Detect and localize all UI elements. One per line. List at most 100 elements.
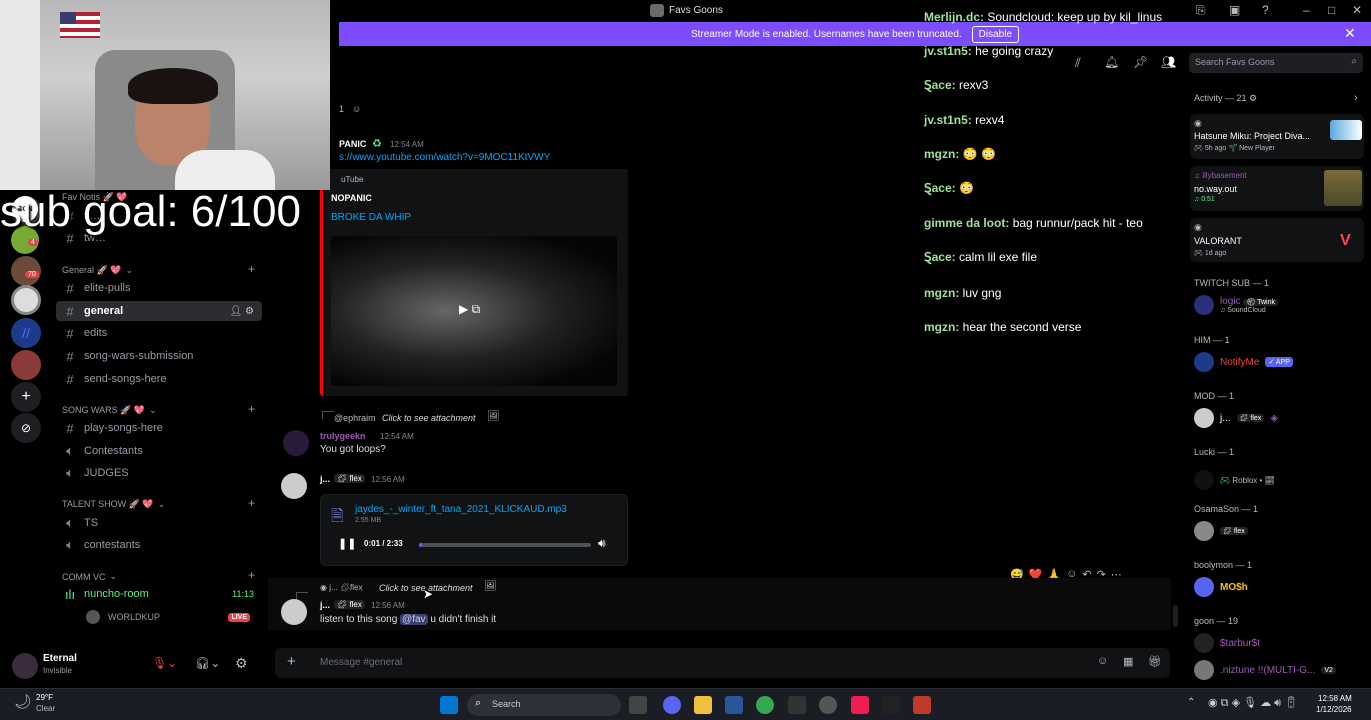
channel-ts[interactable]: 🔈︎ TS — [56, 513, 262, 533]
member-starburst[interactable]: $tarbur$t — [1194, 633, 1260, 653]
windows-start-icon[interactable] — [440, 696, 458, 714]
voice-user[interactable]: WORLDKUP LIVE — [56, 607, 262, 627]
avatar[interactable] — [281, 599, 307, 625]
message-author[interactable]: j... — [320, 474, 330, 484]
close-icon[interactable]: ✕ — [1344, 25, 1356, 42]
embed-provider[interactable]: uTube — [341, 175, 363, 184]
channel-play-songs-here[interactable]: # play-songs-here — [56, 418, 262, 438]
volume-icon[interactable]: 🔊︎ — [598, 536, 606, 551]
member-mosh[interactable]: MO$h — [1194, 577, 1248, 597]
server-icon-5[interactable]: // — [11, 318, 41, 348]
task-view-icon[interactable] — [629, 696, 647, 714]
app-icon[interactable] — [882, 696, 900, 714]
avatar[interactable] — [283, 430, 309, 456]
pin-icon[interactable]: 📌︎ — [1133, 55, 1148, 69]
member-niztune[interactable]: .niztune !!(MULTI-G... V2 — [1194, 660, 1336, 680]
headphones-icon[interactable]: 🎧︎⌄ — [195, 656, 220, 670]
gift-icon[interactable]: 🎁︎ — [1148, 655, 1162, 668]
tiktok-icon[interactable] — [851, 696, 869, 714]
discord-icon[interactable] — [663, 696, 681, 714]
disable-button[interactable]: Disable — [971, 25, 1020, 43]
channel-edits[interactable]: # edits — [56, 323, 262, 343]
member-logic[interactable]: logic 🏀︎ Twink ♫ SoundCloud — [1194, 295, 1278, 315]
member-mod[interactable]: j... 🧩︎ flex ◈ — [1194, 408, 1278, 428]
gif-icon[interactable]: ▦ — [1123, 655, 1133, 668]
embed-author[interactable]: NOPANIC — [331, 193, 372, 203]
members-icon[interactable]: 👥︎ — [1161, 55, 1176, 69]
weather-icon[interactable]: 🌙︎ — [14, 693, 32, 710]
play-icon[interactable]: ▶ ⧉ — [459, 302, 480, 317]
add-channel-icon[interactable]: + — [248, 568, 255, 582]
member-notifyme[interactable]: NotifyMe ✓ APP — [1194, 352, 1293, 372]
add-attachment-icon[interactable]: + — [287, 653, 296, 670]
server-icon-6[interactable] — [11, 350, 41, 380]
avatar[interactable] — [281, 473, 307, 499]
reaction[interactable]: 1 ☺ — [339, 101, 365, 117]
activity-card-3[interactable]: ◉ VALORANT 🎮︎ 1d ago V — [1190, 218, 1364, 262]
category-comm-vc[interactable]: Comm VC ⌄ — [62, 571, 117, 582]
threads-icon[interactable]: ⫽ — [1075, 55, 1081, 71]
message-author[interactable]: j... — [320, 600, 330, 610]
activity-card-1[interactable]: ◉ Hatsune Miku: Project Diva... 🎮︎ 5h ag… — [1190, 114, 1364, 159]
mention[interactable]: @fav — [400, 614, 428, 625]
help-icon[interactable]: ? — [1262, 3, 1269, 17]
message-author[interactable]: PANIC — [339, 139, 366, 149]
app-icon-2[interactable] — [913, 696, 931, 714]
reply-attachment-link[interactable]: Click to see attachment — [382, 413, 476, 423]
member-osamason[interactable]: 🧩︎ flex — [1194, 521, 1248, 541]
role-header: TWITCH SUB — 1 — [1194, 278, 1270, 288]
chat-scrollbar[interactable] — [1173, 605, 1178, 627]
add-channel-icon[interactable]: + — [248, 496, 255, 510]
store-icon[interactable] — [725, 696, 743, 714]
invite-settings-icon[interactable]: 👤︎ ⚙ — [230, 306, 254, 317]
add-server-icon[interactable]: + — [11, 382, 41, 412]
avatar[interactable] — [12, 653, 38, 679]
channel-contestants-2[interactable]: 🔈︎ contestants — [56, 535, 262, 555]
reply-user-line[interactable]: ◉ j... 🧩︎flex — [320, 583, 363, 592]
add-channel-icon[interactable]: + — [248, 402, 255, 416]
monitor-icon[interactable]: ▣ — [1229, 3, 1240, 17]
maximize-icon[interactable]: □ — [1328, 3, 1335, 17]
settings-gear-icon[interactable]: ⚙ — [235, 655, 248, 672]
server-icon-4[interactable] — [11, 285, 41, 315]
message-composer[interactable]: + Message #general ☺ ▦ 🎁︎ — [275, 648, 1170, 678]
channel-elite-pulls[interactable]: # elite-pulls — [56, 278, 262, 298]
sticker-icon[interactable]: ☺ — [1097, 655, 1108, 667]
message-link[interactable]: s://www.youtube.com/watch?v=9MOC11KtVWY — [339, 152, 550, 163]
tray-icons[interactable]: ◉ ⧉ ◈ 🎙︎ ☁︎ 🔊︎ 🔋︎ — [1208, 696, 1298, 710]
tray-overflow-icon[interactable]: ⌃ — [1187, 697, 1195, 708]
voice-channel-nuncho-room[interactable]: ılı nuncho-room 11:13 — [56, 584, 262, 604]
inbox-icon[interactable]: ⎘ — [1196, 3, 1206, 18]
bell-icon[interactable]: 🔔︎ — [1104, 55, 1119, 69]
reply-user[interactable]: @ephraim — [334, 413, 376, 423]
pause-icon[interactable]: ❚❚ — [338, 537, 356, 550]
settings-gear-icon[interactable]: ⚙ — [1249, 93, 1257, 103]
chevron-right-icon[interactable]: › — [1354, 92, 1358, 104]
channel-song-wars-submission[interactable]: # song-wars-submission — [56, 346, 262, 366]
audio-progress-bar[interactable] — [419, 543, 591, 547]
minimize-icon[interactable]: – — [1303, 3, 1310, 17]
channel-general[interactable]: # general 👤︎ ⚙ — [56, 301, 262, 321]
file-name-link[interactable]: jaydes_-_winter_ft_tana_2021_KLICKAUD.mp… — [355, 504, 567, 515]
category-song-wars[interactable]: SONG WARS 🚀 💖 ⌄ — [62, 405, 157, 416]
capcut-icon[interactable] — [788, 696, 806, 714]
category-general[interactable]: General 🚀 💖 ⌄ — [62, 265, 133, 276]
explore-icon[interactable]: ⊘ — [11, 413, 41, 443]
channel-contestants[interactable]: 🔈︎ Contestants — [56, 441, 262, 461]
channel-judges[interactable]: 🔈︎ JUDGES — [56, 463, 262, 483]
chrome-icon[interactable] — [756, 696, 774, 714]
mute-mic-icon[interactable]: 🎙︎⌄ — [152, 656, 177, 670]
add-channel-icon[interactable]: + — [248, 262, 255, 276]
video-thumbnail[interactable]: ▶ ⧉ — [331, 236, 617, 386]
message-author[interactable]: trulygeekn — [320, 431, 366, 441]
obs-icon[interactable] — [819, 696, 837, 714]
close-window-icon[interactable]: ✕ — [1352, 3, 1362, 17]
embed-title[interactable]: BROKE DA WHIP — [331, 212, 411, 223]
activity-card-2[interactable]: ♫ illybasement no.way.out ♫ 0:51 — [1190, 166, 1364, 211]
member-lucki[interactable]: 🎮︎ Roblox • 📈︎ — [1194, 470, 1275, 490]
search-input[interactable]: Search Favs Goons ⌕ — [1189, 53, 1363, 73]
taskbar-search[interactable]: ⌕ Search — [467, 694, 621, 716]
channel-send-songs-here[interactable]: # send-songs-here — [56, 369, 262, 389]
file-explorer-icon[interactable] — [694, 696, 712, 714]
category-talent-show[interactable]: TALENT SHOW 🚀 💖 ⌄ — [62, 499, 165, 510]
